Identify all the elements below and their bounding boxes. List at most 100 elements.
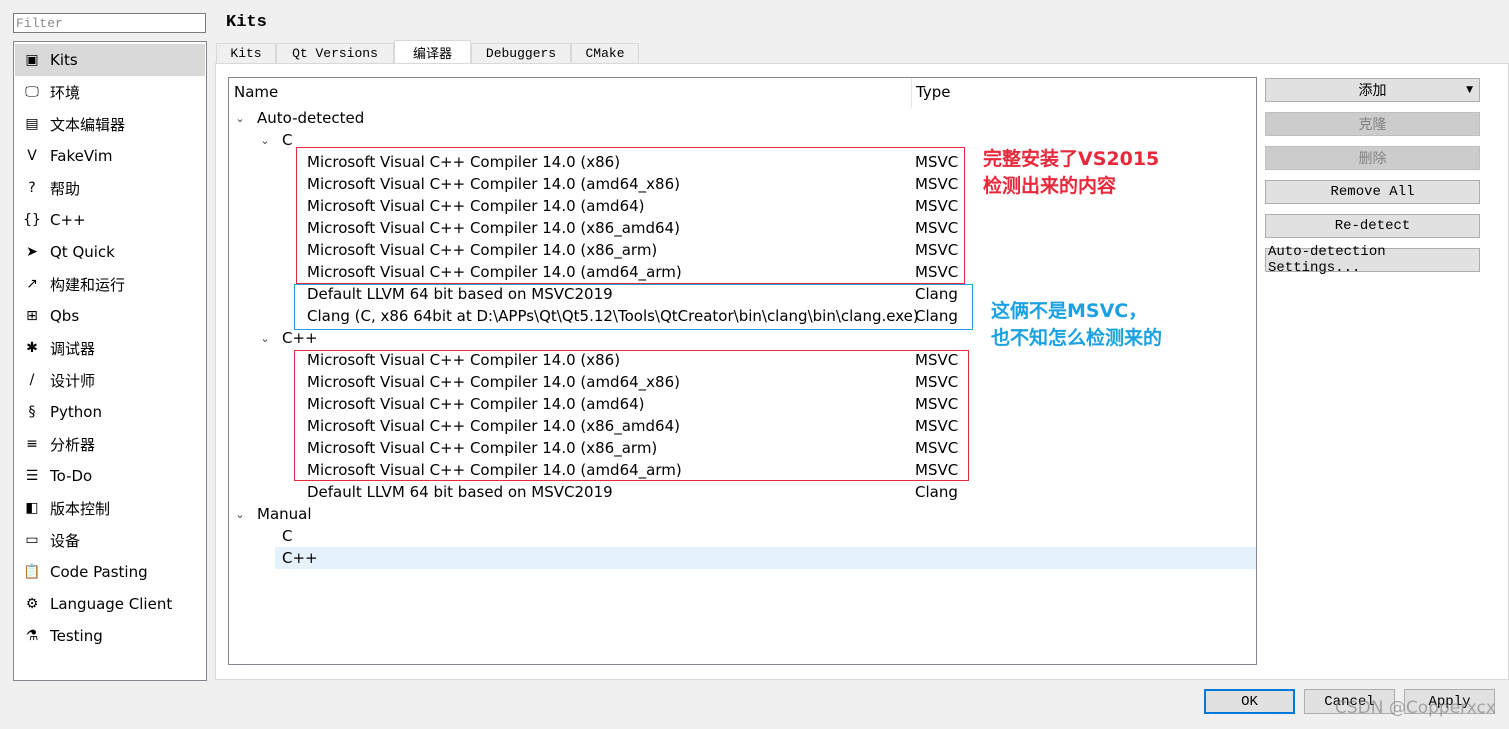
column-header-name[interactable]: Name xyxy=(234,83,278,101)
dropdown-arrow-icon: ▼ xyxy=(1466,85,1473,95)
qtquick-icon: ➤ xyxy=(26,244,38,260)
sidebar-item-label: 设计师 xyxy=(50,371,96,390)
sidebar-item[interactable]: ▤ 文本编辑器 xyxy=(15,108,205,140)
ok-button[interactable]: OK xyxy=(1204,689,1295,714)
sidebar-item[interactable]: ≡ 分析器 xyxy=(15,428,205,460)
annotation-note-red: 完整安装了VS2015 检测出来的内容 xyxy=(983,146,1159,200)
qbs-grid-icon: ⊞ xyxy=(26,308,38,324)
expand-chevron-icon[interactable]: ⌄ xyxy=(260,129,270,151)
sidebar-item[interactable]: V FakeVim xyxy=(15,140,205,172)
annotation-note-blue: 这俩不是MSVC， 也不知怎么检测来的 xyxy=(991,298,1162,352)
sidebar-item[interactable]: ▭ 设备 xyxy=(15,524,205,556)
todo-list-icon: ☰ xyxy=(25,468,39,484)
flask-icon: ⚗ xyxy=(25,628,39,644)
tree-row-type: MSVC xyxy=(915,219,959,237)
tree-row[interactable]: Microsoft Visual C++ Compiler 14.0 (amd6… xyxy=(307,261,682,283)
note-line: 检测出来的内容 xyxy=(983,175,1117,197)
sidebar-item[interactable]: {} C++ xyxy=(15,204,205,236)
clone-button[interactable]: 克隆 xyxy=(1265,112,1480,136)
tree-row[interactable]: Microsoft Visual C++ Compiler 14.0 (x86_… xyxy=(307,415,680,437)
tab[interactable]: CMake xyxy=(571,43,639,63)
sidebar-item[interactable]: ⊞ Qbs xyxy=(15,300,205,332)
help-icon: ? xyxy=(28,180,36,196)
tree-row[interactable]: C++ xyxy=(282,547,318,569)
kits-icon: ▣ xyxy=(25,52,39,68)
expand-chevron-icon[interactable]: ⌄ xyxy=(260,327,270,349)
column-header-type[interactable]: Type xyxy=(916,83,950,101)
sidebar-item-label: 环境 xyxy=(50,83,81,102)
add-button[interactable]: 添加 ▼ xyxy=(1265,78,1480,102)
tree-row[interactable]: Microsoft Visual C++ Compiler 14.0 (amd6… xyxy=(307,173,680,195)
sidebar-item[interactable]: ? 帮助 xyxy=(15,172,205,204)
sidebar-item-label: Testing xyxy=(50,627,103,645)
redetect-button[interactable]: Re-detect xyxy=(1265,214,1480,238)
tree-row[interactable]: Microsoft Visual C++ Compiler 14.0 (x86) xyxy=(307,349,620,371)
sidebar-item[interactable]: ⚗ Testing xyxy=(15,620,205,652)
tree-row-type: Clang xyxy=(915,307,958,325)
tree-row-type: MSVC xyxy=(915,175,959,193)
fakevim-icon: V xyxy=(27,148,37,164)
sidebar-item-label: Code Pasting xyxy=(50,563,148,581)
sidebar-item-label: 帮助 xyxy=(50,179,81,198)
tree-row-type: MSVC xyxy=(915,241,959,259)
column-header-separator[interactable] xyxy=(911,78,912,108)
tree-row[interactable]: Manual xyxy=(257,503,312,525)
sidebar-item[interactable]: ☰ To-Do xyxy=(15,460,205,492)
tree-row-type: Clang xyxy=(915,483,958,501)
tree-row[interactable]: C xyxy=(282,525,292,547)
tree-row[interactable]: Microsoft Visual C++ Compiler 14.0 (x86_… xyxy=(307,437,657,459)
tree-row[interactable]: Default LLVM 64 bit based on MSVC2019 xyxy=(307,283,613,305)
tab[interactable]: Qt Versions xyxy=(276,43,394,63)
tree-row[interactable]: C xyxy=(282,129,292,151)
expand-chevron-icon[interactable]: ⌄ xyxy=(235,107,245,129)
sidebar-item[interactable]: ▣ Kits xyxy=(15,44,205,76)
tree-row[interactable]: Microsoft Visual C++ Compiler 14.0 (x86) xyxy=(307,151,620,173)
auto-detection-settings-button[interactable]: Auto-detection Settings... xyxy=(1265,244,1480,276)
sidebar-item-label: Kits xyxy=(50,51,78,69)
sidebar-item[interactable]: ◧ 版本控制 xyxy=(15,492,205,524)
tree-row[interactable]: Clang (C, x86 64bit at D:\APPs\Qt\Qt5.12… xyxy=(307,305,919,327)
sidebar-item[interactable]: ↗ 构建和运行 xyxy=(15,268,205,300)
settings-category-list: ▣ Kits 🖵 环境 ▤ 文本编辑器 V FakeVim? 帮助 {} C++ ➤ Qt Quick ↗… xyxy=(13,41,207,681)
sidebar-item[interactable]: ⚙ Language Client xyxy=(15,588,205,620)
page-title: Kits xyxy=(226,13,267,32)
sidebar-item-label: 构建和运行 xyxy=(50,275,126,294)
sidebar-item-label: FakeVim xyxy=(50,147,113,165)
pencil-icon: / xyxy=(29,372,35,388)
sidebar-item[interactable]: § Python xyxy=(15,396,205,428)
sidebar-item-label: 分析器 xyxy=(50,435,96,454)
hammer-icon: ↗ xyxy=(26,276,38,292)
tab[interactable]: Kits xyxy=(216,43,276,63)
tree-row[interactable]: C++ xyxy=(282,327,318,349)
bug-icon: ✱ xyxy=(26,340,38,356)
tree-row-type: MSVC xyxy=(915,461,959,479)
filter-input[interactable] xyxy=(13,13,206,33)
sidebar-item-label: Language Client xyxy=(50,595,173,613)
tree-row[interactable]: Microsoft Visual C++ Compiler 14.0 (amd6… xyxy=(307,371,680,393)
tree-row-type: MSVC xyxy=(915,263,959,281)
sidebar-item-label: 设备 xyxy=(50,531,81,550)
tree-row[interactable]: Microsoft Visual C++ Compiler 14.0 (x86_… xyxy=(307,239,657,261)
tree-row[interactable]: Microsoft Visual C++ Compiler 14.0 (amd6… xyxy=(307,195,645,217)
tab[interactable]: 编译器 xyxy=(394,40,471,64)
tree-row[interactable]: Microsoft Visual C++ Compiler 14.0 (x86_… xyxy=(307,217,680,239)
tab[interactable]: Debuggers xyxy=(471,43,571,63)
clipboard-icon: 📋 xyxy=(23,564,41,580)
sidebar-item-label: To-Do xyxy=(50,467,93,485)
tree-row[interactable]: Microsoft Visual C++ Compiler 14.0 (amd6… xyxy=(307,459,682,481)
tree-row[interactable]: Microsoft Visual C++ Compiler 14.0 (amd6… xyxy=(307,393,645,415)
remove-all-button[interactable]: Remove All xyxy=(1265,180,1480,204)
sidebar-item[interactable]: 🖵 环境 xyxy=(15,76,205,108)
remove-button[interactable]: 删除 xyxy=(1265,146,1480,170)
sidebar-item[interactable]: ✱ 调试器 xyxy=(15,332,205,364)
note-line: 这俩不是MSVC， xyxy=(991,300,1148,322)
sidebar-item[interactable]: ➤ Qt Quick xyxy=(15,236,205,268)
tree-row-type: MSVC xyxy=(915,417,959,435)
tree-row[interactable]: Default LLVM 64 bit based on MSVC2019 xyxy=(307,481,613,503)
note-line: 也不知怎么检测来的 xyxy=(991,327,1163,349)
sidebar-item[interactable]: / 设计师 xyxy=(15,364,205,396)
expand-chevron-icon[interactable]: ⌄ xyxy=(235,503,245,525)
sidebar-item[interactable]: 📋 Code Pasting xyxy=(15,556,205,588)
tree-row[interactable]: Auto-detected xyxy=(257,107,364,129)
tree-row-type: MSVC xyxy=(915,439,959,457)
